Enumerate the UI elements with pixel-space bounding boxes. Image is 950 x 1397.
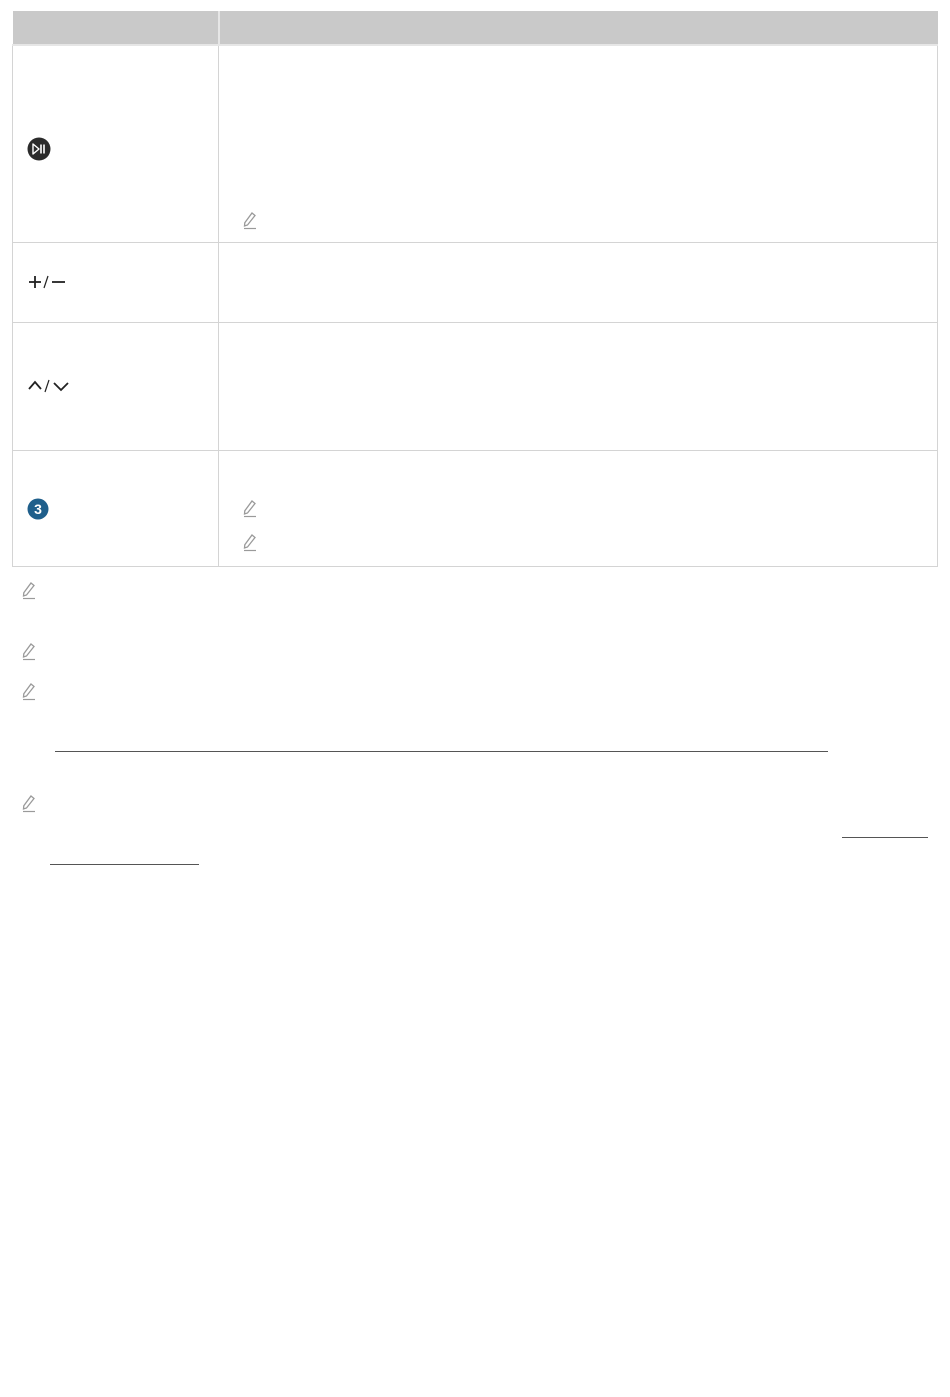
link-underline[interactable] bbox=[50, 864, 199, 865]
pencil-note-icon bbox=[22, 683, 36, 706]
link-underline[interactable] bbox=[55, 751, 828, 752]
play-pause-icon bbox=[27, 137, 51, 166]
header-description-column bbox=[218, 11, 938, 46]
pencil-note-icon bbox=[22, 643, 36, 666]
header-button-column bbox=[12, 11, 220, 46]
button-cell bbox=[12, 322, 219, 451]
table-row bbox=[12, 44, 938, 243]
pencil-note-icon bbox=[22, 795, 36, 818]
pencil-note-icon bbox=[243, 500, 257, 523]
table-row: 3 bbox=[12, 450, 938, 567]
badge-number: 3 bbox=[34, 501, 42, 517]
pencil-note-icon bbox=[22, 582, 36, 605]
description-cell bbox=[218, 44, 938, 243]
numbered-badge-3-icon: 3 bbox=[27, 498, 49, 525]
button-cell bbox=[12, 44, 219, 243]
pencil-note-icon bbox=[243, 534, 257, 557]
remote-buttons-table: 3 bbox=[12, 11, 938, 567]
button-cell: 3 bbox=[12, 450, 219, 567]
description-cell bbox=[218, 242, 938, 323]
link-underline[interactable] bbox=[842, 837, 928, 838]
description-cell bbox=[218, 450, 938, 567]
pencil-note-icon bbox=[243, 212, 257, 235]
volume-plus-minus-icon bbox=[27, 273, 67, 296]
table-row bbox=[12, 242, 938, 323]
description-cell bbox=[218, 322, 938, 451]
channel-up-down-icon bbox=[27, 377, 71, 400]
table-header-row bbox=[12, 11, 938, 46]
button-cell bbox=[12, 242, 219, 323]
table-row bbox=[12, 322, 938, 451]
